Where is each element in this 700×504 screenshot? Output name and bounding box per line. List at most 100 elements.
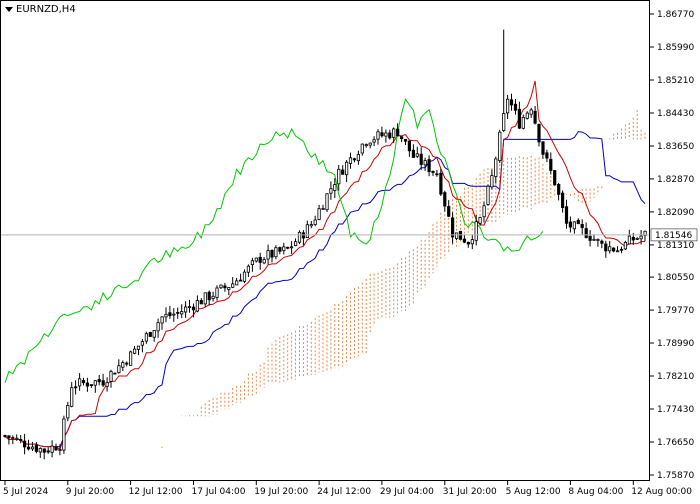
candle-body — [207, 291, 211, 301]
candle-body — [356, 154, 361, 162]
candle-body — [592, 238, 596, 241]
candle-body — [447, 206, 451, 217]
candle-body — [286, 246, 290, 249]
candle-body — [329, 188, 333, 194]
candle-body — [490, 175, 494, 188]
candle-body — [262, 259, 266, 264]
candle-body — [105, 382, 109, 387]
candle-body — [533, 110, 537, 124]
candle-body — [30, 446, 35, 450]
candle-body — [176, 311, 180, 314]
candle-body — [211, 295, 215, 299]
candle-body — [568, 221, 573, 228]
x-tick-label: 31 Jul 20:00 — [443, 487, 497, 497]
candle-body — [125, 362, 129, 365]
candle-body — [26, 446, 31, 450]
price-chart: 1.86770 1.85990 1.85210 1.84430 1.83650 1.828… — [0, 0, 698, 497]
candle-body — [616, 250, 620, 253]
x-tick-label: 9 Jul 20:00 — [66, 487, 115, 497]
candle-body — [545, 152, 549, 159]
candle — [113, 372, 117, 375]
candle-body — [282, 246, 286, 251]
candle-body — [450, 217, 455, 238]
candle-body — [360, 143, 364, 154]
candle-body — [246, 265, 250, 273]
x-tick-label: 5 Aug 12:00 — [506, 487, 561, 497]
candle-body — [388, 132, 392, 139]
candle-body — [498, 131, 502, 161]
candle-body — [517, 108, 522, 129]
symbol-text: EURNZD,H4 — [16, 4, 76, 15]
candle-body — [70, 387, 74, 407]
y-tick-label: 1.82090 — [657, 208, 694, 218]
candle-body — [46, 450, 50, 453]
candle-body — [258, 256, 262, 263]
candle-body — [22, 440, 27, 448]
candle-body — [15, 437, 19, 440]
candle-body — [168, 312, 172, 317]
candle-body — [392, 128, 396, 138]
candle-body — [144, 333, 148, 342]
candle-body — [380, 132, 384, 137]
candle-body — [97, 379, 101, 383]
candle-body — [74, 386, 78, 389]
candle-body — [289, 246, 294, 249]
candle-body — [274, 247, 278, 258]
candle-body — [293, 241, 298, 246]
candle-body — [525, 112, 529, 119]
candle-body — [132, 348, 137, 354]
candle-body — [81, 379, 86, 384]
chart-area[interactable]: 1.86770 1.85990 1.85210 1.84430 1.83650 1.828… — [0, 0, 700, 500]
candle-body — [600, 240, 604, 244]
candle-body — [576, 219, 580, 225]
candle-body — [325, 193, 329, 211]
candle-body — [333, 184, 337, 191]
candle-body — [474, 221, 478, 241]
candle-body — [466, 241, 471, 245]
x-tick-label: 24 Jul 12:00 — [317, 487, 371, 497]
candle-body — [439, 172, 443, 195]
candle-body — [521, 117, 525, 129]
candle-body — [219, 284, 223, 289]
y-tick-label: 1.82870 — [657, 175, 694, 185]
candle-body — [227, 287, 231, 290]
y-tick-label: 1.83650 — [657, 142, 694, 152]
candle-body — [635, 237, 639, 240]
y-tick-label: 1.81310 — [657, 241, 694, 251]
candle-body — [344, 161, 349, 176]
candle-body — [639, 235, 643, 240]
candle-body — [3, 435, 7, 437]
candle-body — [11, 437, 15, 440]
candle-body — [364, 144, 368, 147]
candle-body — [494, 158, 498, 177]
symbol-label: EURNZD,H4 — [5, 4, 76, 15]
candle-body — [427, 159, 431, 173]
y-tick-label: 1.84430 — [657, 109, 694, 119]
candle-body — [85, 382, 89, 387]
y-tick-label: 1.80550 — [657, 273, 694, 283]
candle-body — [164, 313, 168, 318]
candle-body — [470, 239, 474, 245]
candle-body — [128, 351, 133, 366]
candle-body — [152, 330, 156, 338]
candle-body — [443, 192, 447, 207]
candle-body — [627, 235, 632, 245]
candle-body — [549, 158, 553, 171]
candle-body — [203, 292, 207, 305]
candle-body — [58, 449, 62, 451]
y-tick-label: 1.78210 — [657, 372, 694, 382]
candle-body — [403, 138, 408, 142]
candle-body — [553, 170, 557, 186]
candle-body — [384, 132, 388, 137]
y-tick-label: 1.77430 — [657, 405, 694, 415]
candle-body — [121, 362, 125, 368]
candle-body — [537, 123, 541, 143]
candle-body — [191, 306, 196, 311]
candle-body — [313, 219, 317, 225]
candle — [297, 230, 302, 245]
candle-body — [117, 365, 121, 374]
candle-body — [62, 418, 66, 451]
candle-body — [415, 153, 419, 157]
candle-body — [231, 283, 235, 288]
candle-body — [34, 444, 39, 452]
